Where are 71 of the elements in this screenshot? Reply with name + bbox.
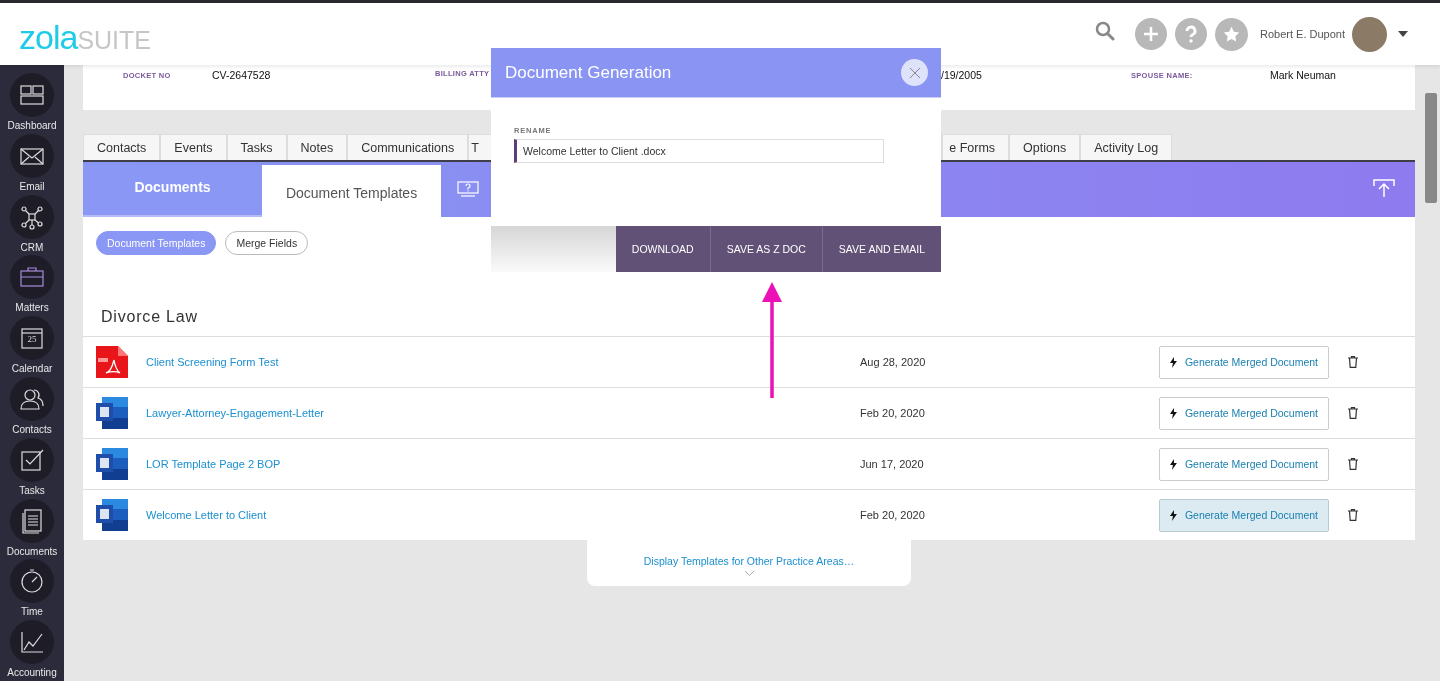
dialog-action-button[interactable]: DOWNLOAD bbox=[615, 226, 710, 272]
rename-input-field[interactable]: Welcome Letter to Client .docx bbox=[514, 139, 884, 163]
date-text: Feb 20, 2020 bbox=[860, 407, 926, 419]
word-file-icon bbox=[96, 448, 128, 480]
trash-icon[interactable] bbox=[1348, 356, 1358, 368]
template-link[interactable]: Lawyer-Attorney-Engagement-Letter bbox=[128, 407, 860, 419]
template-link[interactable]: LOR Template Page 2 BOP bbox=[128, 458, 860, 470]
generate-merged-document-button[interactable]: Generate Merged Document bbox=[1159, 447, 1329, 481]
more-templates-link[interactable]: Display Templates for Other Practice Areas… bbox=[643, 554, 855, 567]
word-file-icon bbox=[96, 397, 128, 429]
generate-merged-document-button[interactable]: Generate Merged Document bbox=[1159, 396, 1329, 430]
trash-icon[interactable] bbox=[1348, 509, 1358, 521]
field-value: Mark Neuman bbox=[1270, 69, 1336, 81]
date-text: Aug 28, 2020 bbox=[860, 356, 927, 368]
trash-icon[interactable] bbox=[1348, 458, 1358, 470]
lightning-icon bbox=[1170, 407, 1177, 419]
word-file-icon bbox=[96, 499, 128, 531]
documents-nav-icon[interactable] bbox=[10, 498, 54, 543]
tasks-nav-icon[interactable] bbox=[10, 437, 54, 482]
caret-icon[interactable] bbox=[1398, 31, 1408, 37]
field-value: /19/2005 bbox=[941, 69, 982, 81]
section-title: Divorce Law bbox=[101, 308, 199, 326]
nav-label[interactable]: Dashboard bbox=[7, 120, 57, 131]
crm-nav-icon[interactable] bbox=[10, 194, 54, 239]
lightning-icon bbox=[1170, 458, 1177, 470]
nav-label[interactable]: Calendar bbox=[11, 363, 53, 375]
close-button[interactable] bbox=[901, 59, 928, 86]
nav-label[interactable]: Matters bbox=[15, 302, 49, 314]
pdf-file-icon bbox=[96, 346, 128, 378]
template-link[interactable]: Client Screening Form Test bbox=[128, 356, 860, 368]
nav-label[interactable]: Contacts bbox=[12, 424, 52, 435]
nav-label[interactable]: CRM bbox=[20, 241, 44, 253]
matters-nav-icon[interactable] bbox=[10, 255, 54, 300]
contacts-nav-icon[interactable] bbox=[10, 377, 54, 421]
user-name[interactable]: Robert E. Dupont bbox=[1260, 28, 1345, 40]
tab[interactable]: Notes bbox=[286, 134, 348, 160]
date-text: Feb 20, 2020 bbox=[860, 509, 926, 521]
lightning-icon bbox=[1170, 509, 1177, 521]
tab[interactable]: Communications bbox=[347, 134, 469, 160]
field-value: CV-2647528 bbox=[212, 69, 271, 81]
nav-label[interactable]: Email bbox=[19, 180, 45, 192]
generate-merged-document-button[interactable]: Generate Merged Document bbox=[1159, 498, 1329, 532]
tab[interactable]: Events bbox=[160, 134, 227, 160]
dialog-title: Document Generation bbox=[505, 62, 672, 83]
trash-icon[interactable] bbox=[1348, 407, 1358, 419]
tab[interactable]: Activity Log bbox=[1080, 134, 1173, 160]
template-link[interactable]: Welcome Letter to Client bbox=[128, 509, 860, 521]
upload-icon[interactable] bbox=[1373, 178, 1395, 198]
dashboard-nav-icon[interactable] bbox=[10, 73, 54, 117]
calendar-nav-icon[interactable]: 25 bbox=[10, 316, 54, 361]
nav-label[interactable]: Documents bbox=[6, 545, 58, 557]
dialog-action-button[interactable]: SAVE AS Z DOC bbox=[709, 226, 822, 272]
nav-label[interactable]: Accounting bbox=[7, 667, 57, 679]
filter-pill[interactable]: Merge Fields bbox=[225, 231, 309, 255]
nav-label[interactable]: Tasks bbox=[19, 484, 45, 496]
generate-merged-document-button[interactable]: Generate Merged Document bbox=[1159, 345, 1329, 379]
accounting-nav-icon[interactable] bbox=[10, 620, 54, 665]
nav-label[interactable]: Time bbox=[21, 606, 43, 618]
close-icon bbox=[909, 67, 920, 78]
date-text: Jun 17, 2020 bbox=[860, 458, 925, 470]
time-nav-icon[interactable] bbox=[10, 559, 54, 604]
tab[interactable]: e Forms bbox=[942, 134, 1010, 160]
avatar[interactable] bbox=[1352, 16, 1387, 52]
subtab[interactable]: Document Templates bbox=[262, 165, 441, 217]
tab[interactable]: Contacts bbox=[83, 134, 161, 160]
tab[interactable]: Options bbox=[1009, 134, 1081, 160]
dialog-action-button[interactable]: SAVE AND EMAIL bbox=[821, 226, 941, 272]
email-nav-icon[interactable] bbox=[10, 133, 54, 178]
search-icon[interactable] bbox=[1095, 21, 1115, 41]
tab[interactable]: Tasks bbox=[226, 134, 287, 160]
lightning-icon bbox=[1170, 356, 1177, 368]
